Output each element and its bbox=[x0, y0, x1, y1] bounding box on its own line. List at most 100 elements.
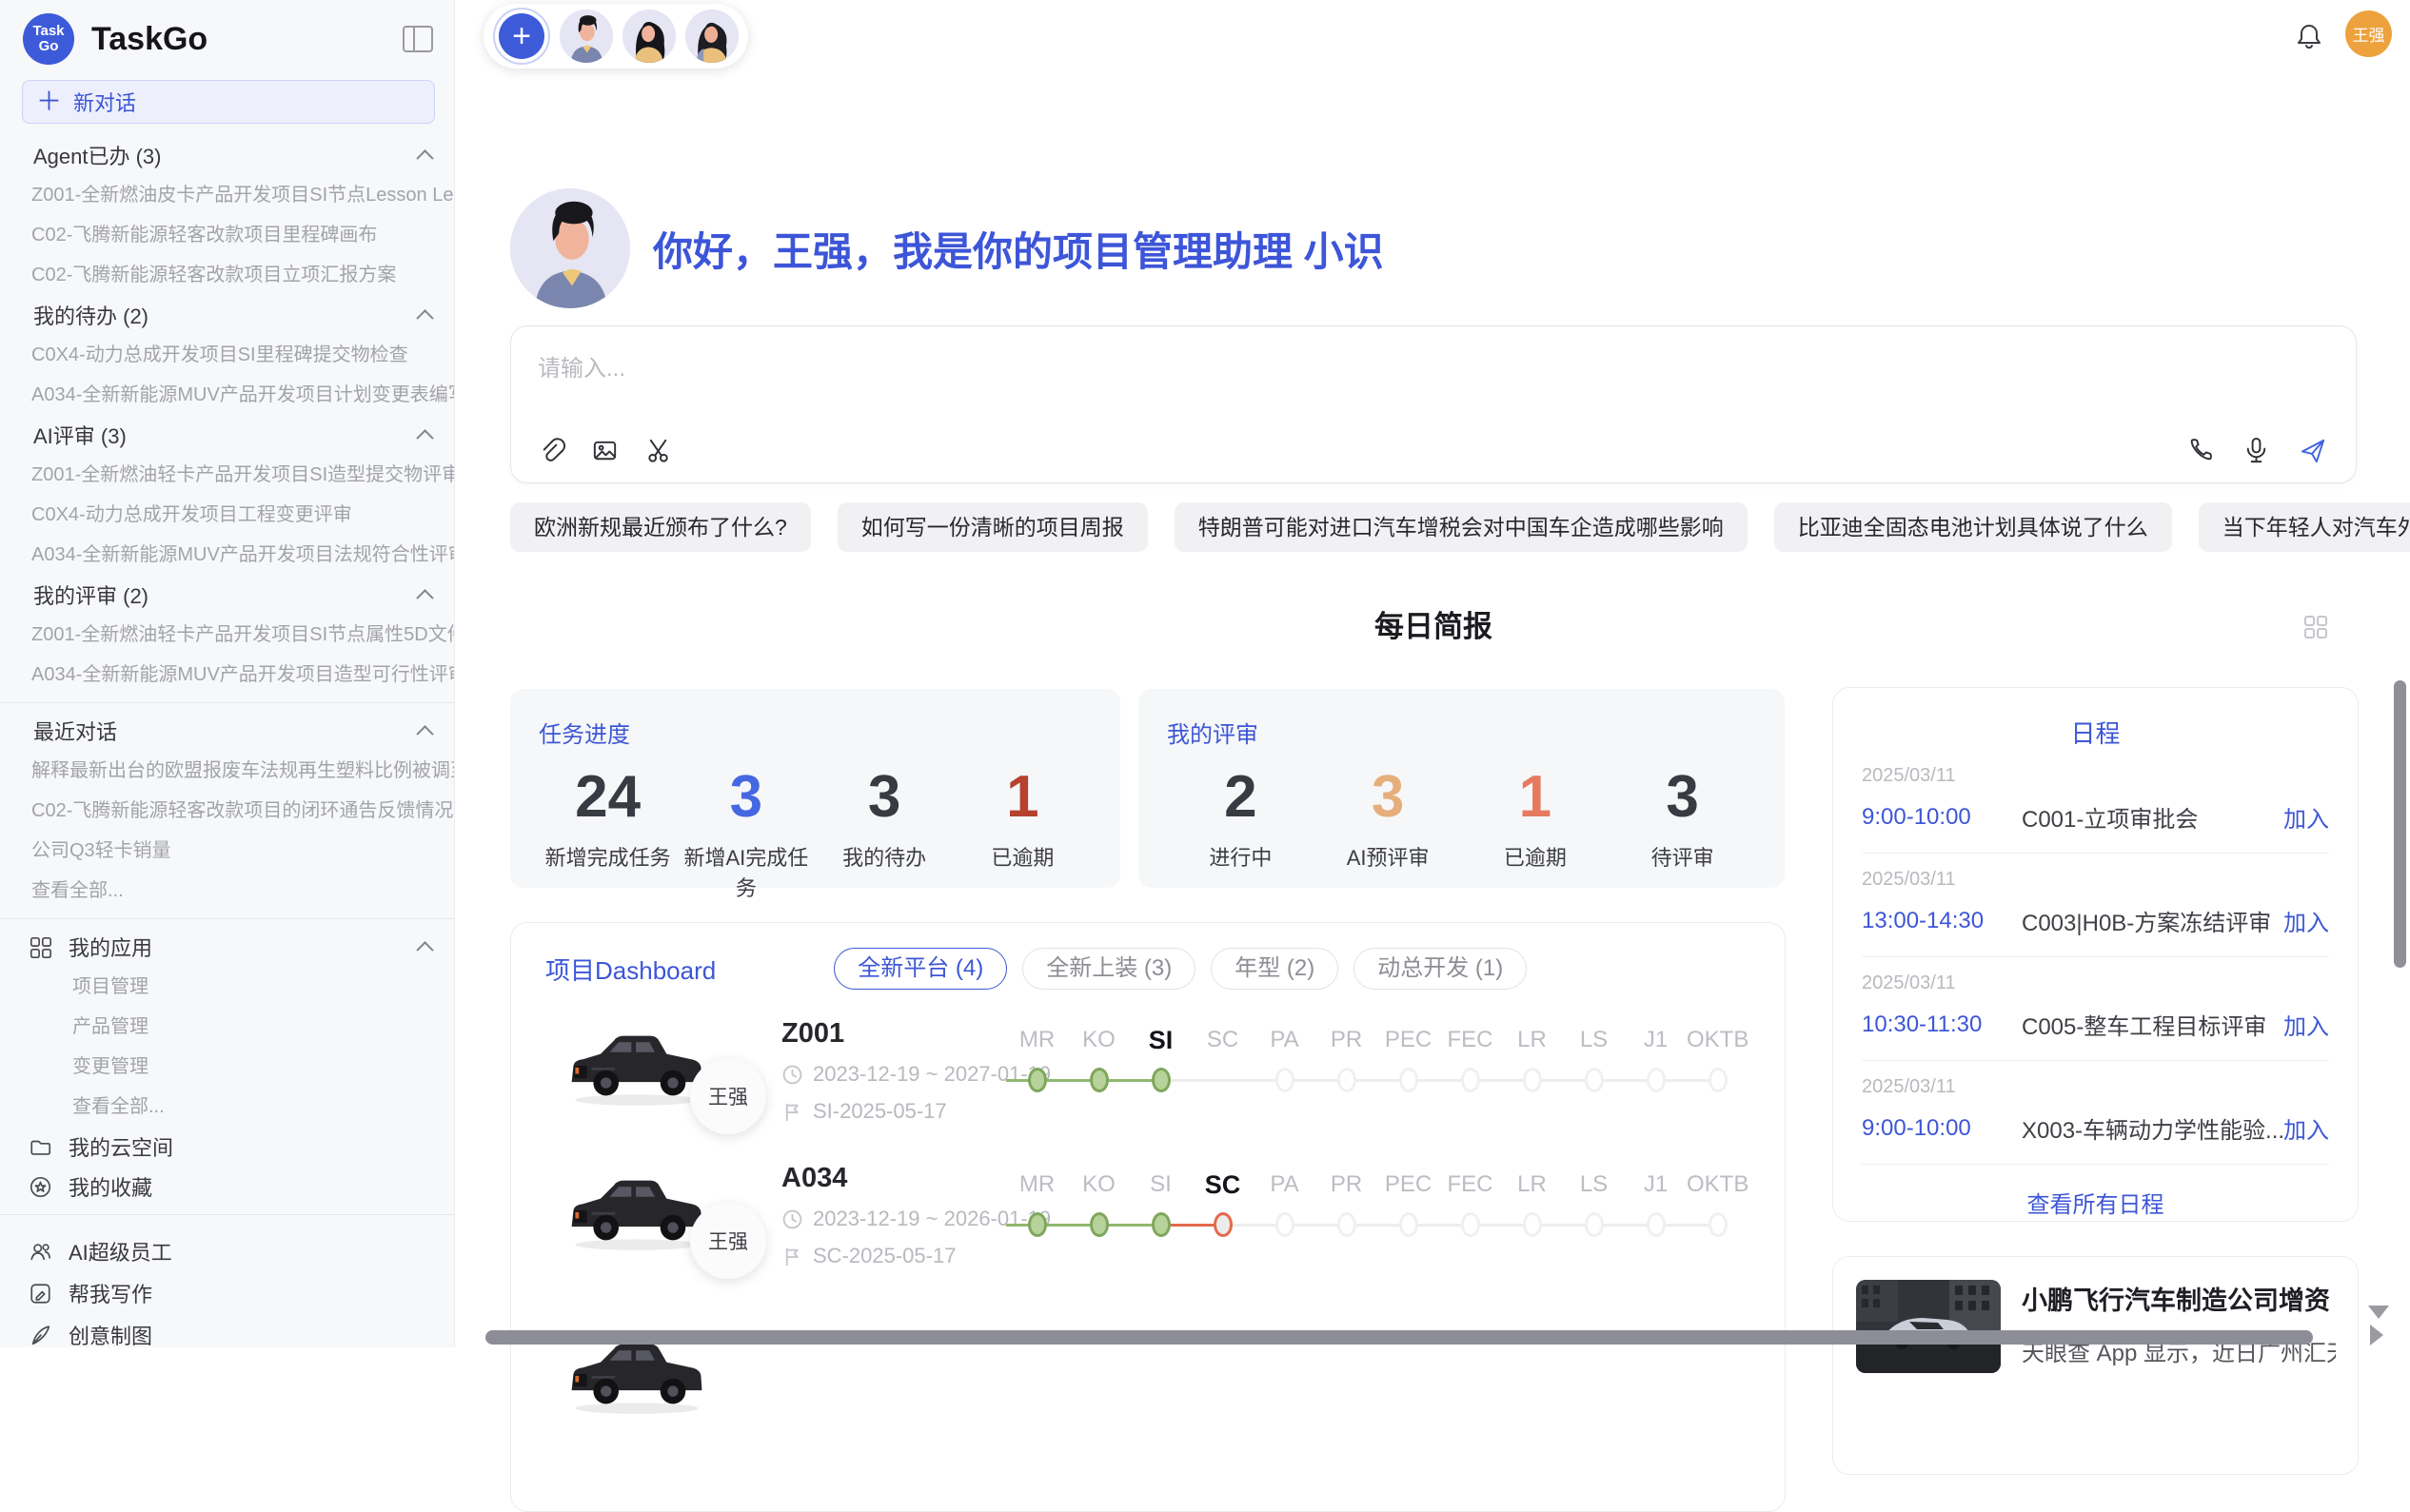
sidebar-item-my-apps[interactable]: 我的应用 bbox=[0, 927, 454, 967]
milestone: PA bbox=[1254, 1018, 1315, 1109]
sidebar-item[interactable]: A034-全新新能源MUV产品开发项目计划变更表编写 bbox=[0, 375, 454, 415]
vertical-scrollbar-thumb[interactable] bbox=[2394, 680, 2406, 968]
chevron-up-icon[interactable] bbox=[416, 309, 433, 326]
chevron-up-icon[interactable] bbox=[416, 589, 433, 606]
sidebar-item-cloud-space[interactable]: 我的云空间 bbox=[0, 1127, 454, 1167]
milestone: FEC bbox=[1439, 1018, 1501, 1109]
chevron-up-icon[interactable] bbox=[416, 941, 433, 958]
my-apps-item[interactable]: 产品管理 bbox=[0, 1007, 454, 1047]
send-icon[interactable] bbox=[2298, 436, 2327, 465]
milestone-label: LR bbox=[1501, 1018, 1563, 1062]
chat-input[interactable] bbox=[536, 347, 2335, 406]
milestone: SC bbox=[1192, 1018, 1254, 1109]
event-join-link[interactable]: 加入 bbox=[2283, 904, 2329, 937]
creative-draw-label: 创意制图 bbox=[69, 1320, 431, 1347]
milestone-dot bbox=[1090, 1212, 1109, 1237]
milestone-dot-zone bbox=[1192, 1207, 1254, 1247]
view-all-schedule-link[interactable]: 查看所有日程 bbox=[1862, 1165, 2329, 1240]
greeting-text: 你好，王强，我是你的项目管理助理 小识 bbox=[653, 220, 1384, 278]
layout-grid-icon[interactable] bbox=[2302, 614, 2328, 639]
image-icon[interactable] bbox=[590, 436, 620, 465]
scissors-icon[interactable] bbox=[644, 436, 674, 465]
suggestion-chip[interactable]: 比亚迪全固态电池计划具体说了什么 bbox=[1774, 502, 2172, 552]
stat-label: 新增完成任务 bbox=[539, 841, 677, 872]
my-apps-item[interactable]: 变更管理 bbox=[0, 1047, 454, 1087]
stat-value: 3 bbox=[1609, 764, 1756, 830]
sidebar-section-header[interactable]: 我的待办 (2) bbox=[0, 295, 454, 335]
suggestion-chip[interactable]: 欧洲新规最近颁布了什么? bbox=[510, 502, 811, 552]
sidebar-item-ai-employee[interactable]: AI超级员工 bbox=[0, 1230, 454, 1272]
dashboard-tab[interactable]: 全新平台 (4) bbox=[834, 948, 1007, 990]
input-toolbar-left bbox=[536, 436, 674, 465]
stat-label: 进行中 bbox=[1167, 841, 1314, 872]
news-card[interactable]: 小鹏飞行汽车制造公司增资 天眼查 App 显示，近日广州汇天飞行汽... bbox=[1832, 1256, 2359, 1475]
my-apps-view-all[interactable]: 查看全部... bbox=[0, 1087, 454, 1127]
scroll-down-arrow-icon[interactable] bbox=[2368, 1306, 2389, 1319]
event-join-link[interactable]: 加入 bbox=[2283, 1111, 2329, 1145]
suggestion-chip[interactable]: 如何写一份清晰的项目周报 bbox=[838, 502, 1148, 552]
sidebar-item-help-write[interactable]: 帮我写作 bbox=[0, 1272, 454, 1314]
sidebar-item[interactable]: C02-飞腾新能源轻客改款项目的闭环通告反馈情况 bbox=[0, 791, 454, 831]
dashboard-tabs: 全新平台 (4) 全新上装 (3) 年型 (2) 动总开发 (1) bbox=[834, 948, 1527, 990]
divider bbox=[0, 702, 454, 703]
sidebar-section-header[interactable]: Agent已办 (3) bbox=[0, 135, 454, 175]
schedule-event: 2025/03/119:00-10:00C001-立项审批会加入 bbox=[1862, 750, 2329, 854]
milestone-label: SC bbox=[1192, 1018, 1254, 1062]
divider bbox=[0, 1214, 454, 1215]
sidebar-item[interactable]: C0X4-动力总成开发项目SI里程碑提交物检查 bbox=[0, 335, 454, 375]
milestone-dot bbox=[1461, 1212, 1480, 1237]
event-join-link[interactable]: 加入 bbox=[2283, 800, 2329, 834]
write-icon bbox=[29, 1282, 52, 1306]
sidebar-section-header[interactable]: 最近对话 bbox=[0, 711, 454, 751]
people-icon bbox=[29, 1240, 52, 1264]
sidebar-item-creative-draw[interactable]: 创意制图 bbox=[0, 1314, 454, 1347]
sidebar-item-favorites[interactable]: 我的收藏 bbox=[0, 1167, 454, 1207]
sidebar-item[interactable]: C0X4-动力总成开发项目工程变更评审 bbox=[0, 495, 454, 535]
event-name: C003|H0B-方案冻结评审 bbox=[2022, 904, 2283, 937]
milestone-dot-zone bbox=[1068, 1207, 1130, 1247]
sidebar-section-header[interactable]: AI评审 (3) bbox=[0, 415, 454, 455]
new-chat-button[interactable]: ＋ 新对话 bbox=[22, 80, 435, 124]
sidebar-item[interactable]: A034-全新新能源MUV产品开发项目法规符合性评审 bbox=[0, 535, 454, 575]
chevron-up-icon[interactable] bbox=[416, 429, 433, 446]
project-flag-text: SC-2025-05-17 bbox=[813, 1244, 956, 1268]
dashboard-tab[interactable]: 年型 (2) bbox=[1211, 948, 1338, 990]
sidebar-item[interactable]: A034-全新新能源MUV产品开发项目造型可行性评审 bbox=[0, 655, 454, 695]
sidebar-item[interactable]: Z001-全新燃油轻卡产品开发项目SI造型提交物评审 bbox=[0, 455, 454, 495]
dashboard-tab[interactable]: 动总开发 (1) bbox=[1353, 948, 1527, 990]
attachment-icon[interactable] bbox=[536, 436, 565, 465]
sidebar-sections: Agent已办 (3)Z001-全新燃油皮卡产品开发项目SI节点Lesson L… bbox=[0, 135, 454, 911]
sidebar-item[interactable]: Z001-全新燃油轻卡产品开发项目SI节点属性5D文件评审 bbox=[0, 615, 454, 655]
milestone: PR bbox=[1315, 1163, 1377, 1254]
milestone: LS bbox=[1563, 1018, 1625, 1109]
milestone: J1 bbox=[1625, 1018, 1687, 1109]
milestone-dot-zone bbox=[1068, 1062, 1130, 1102]
horizontal-scrollbar-thumb[interactable] bbox=[485, 1330, 2313, 1345]
sidebar-section-title: 我的待办 (2) bbox=[33, 300, 419, 330]
chevron-up-icon[interactable] bbox=[416, 149, 433, 167]
my-apps-item[interactable]: 项目管理 bbox=[0, 967, 454, 1007]
milestone-dot bbox=[1275, 1068, 1294, 1092]
stat-value: 3 bbox=[816, 764, 954, 830]
dashboard-tab[interactable]: 全新上装 (3) bbox=[1022, 948, 1195, 990]
schedule-event: 2025/03/119:00-10:00X003-车辆动力学性能验...加入 bbox=[1862, 1061, 2329, 1165]
sidebar-collapse-icon[interactable] bbox=[403, 26, 433, 52]
sidebar-view-all[interactable]: 查看全部... bbox=[0, 871, 454, 911]
suggestion-chip[interactable]: 当下年轻人对汽车外观有怎样的喜好趋势 bbox=[2199, 502, 2410, 552]
event-join-link[interactable]: 加入 bbox=[2283, 1008, 2329, 1041]
suggestion-chip[interactable]: 特朗普可能对进口汽车增税会对中国车企造成哪些影响 bbox=[1175, 502, 1748, 552]
star-circle-icon bbox=[29, 1175, 52, 1199]
sidebar-item[interactable]: C02-飞腾新能源轻客改款项目立项汇报方案 bbox=[0, 255, 454, 295]
milestone-dot bbox=[1399, 1068, 1418, 1092]
chevron-up-icon[interactable] bbox=[416, 725, 433, 742]
sidebar-item[interactable]: 解释最新出台的欧盟报废车法规再生塑料比例被调至15%... bbox=[0, 751, 454, 791]
sidebar-tools: AI超级员工 帮我写作 创意制图 bbox=[0, 1230, 454, 1347]
phone-icon[interactable] bbox=[2185, 436, 2215, 465]
sidebar-item[interactable]: Z001-全新燃油皮卡产品开发项目SI节点Lesson Learn报告 bbox=[0, 175, 454, 215]
microphone-icon[interactable] bbox=[2242, 436, 2271, 465]
stat-metric: 1已逾期 bbox=[1462, 764, 1610, 872]
sidebar-item[interactable]: 公司Q3轻卡销量 bbox=[0, 831, 454, 871]
sidebar-section-header[interactable]: 我的评审 (2) bbox=[0, 575, 454, 615]
scroll-right-arrow-icon[interactable] bbox=[2370, 1325, 2383, 1345]
sidebar-item[interactable]: C02-飞腾新能源轻客改款项目里程碑画布 bbox=[0, 215, 454, 255]
